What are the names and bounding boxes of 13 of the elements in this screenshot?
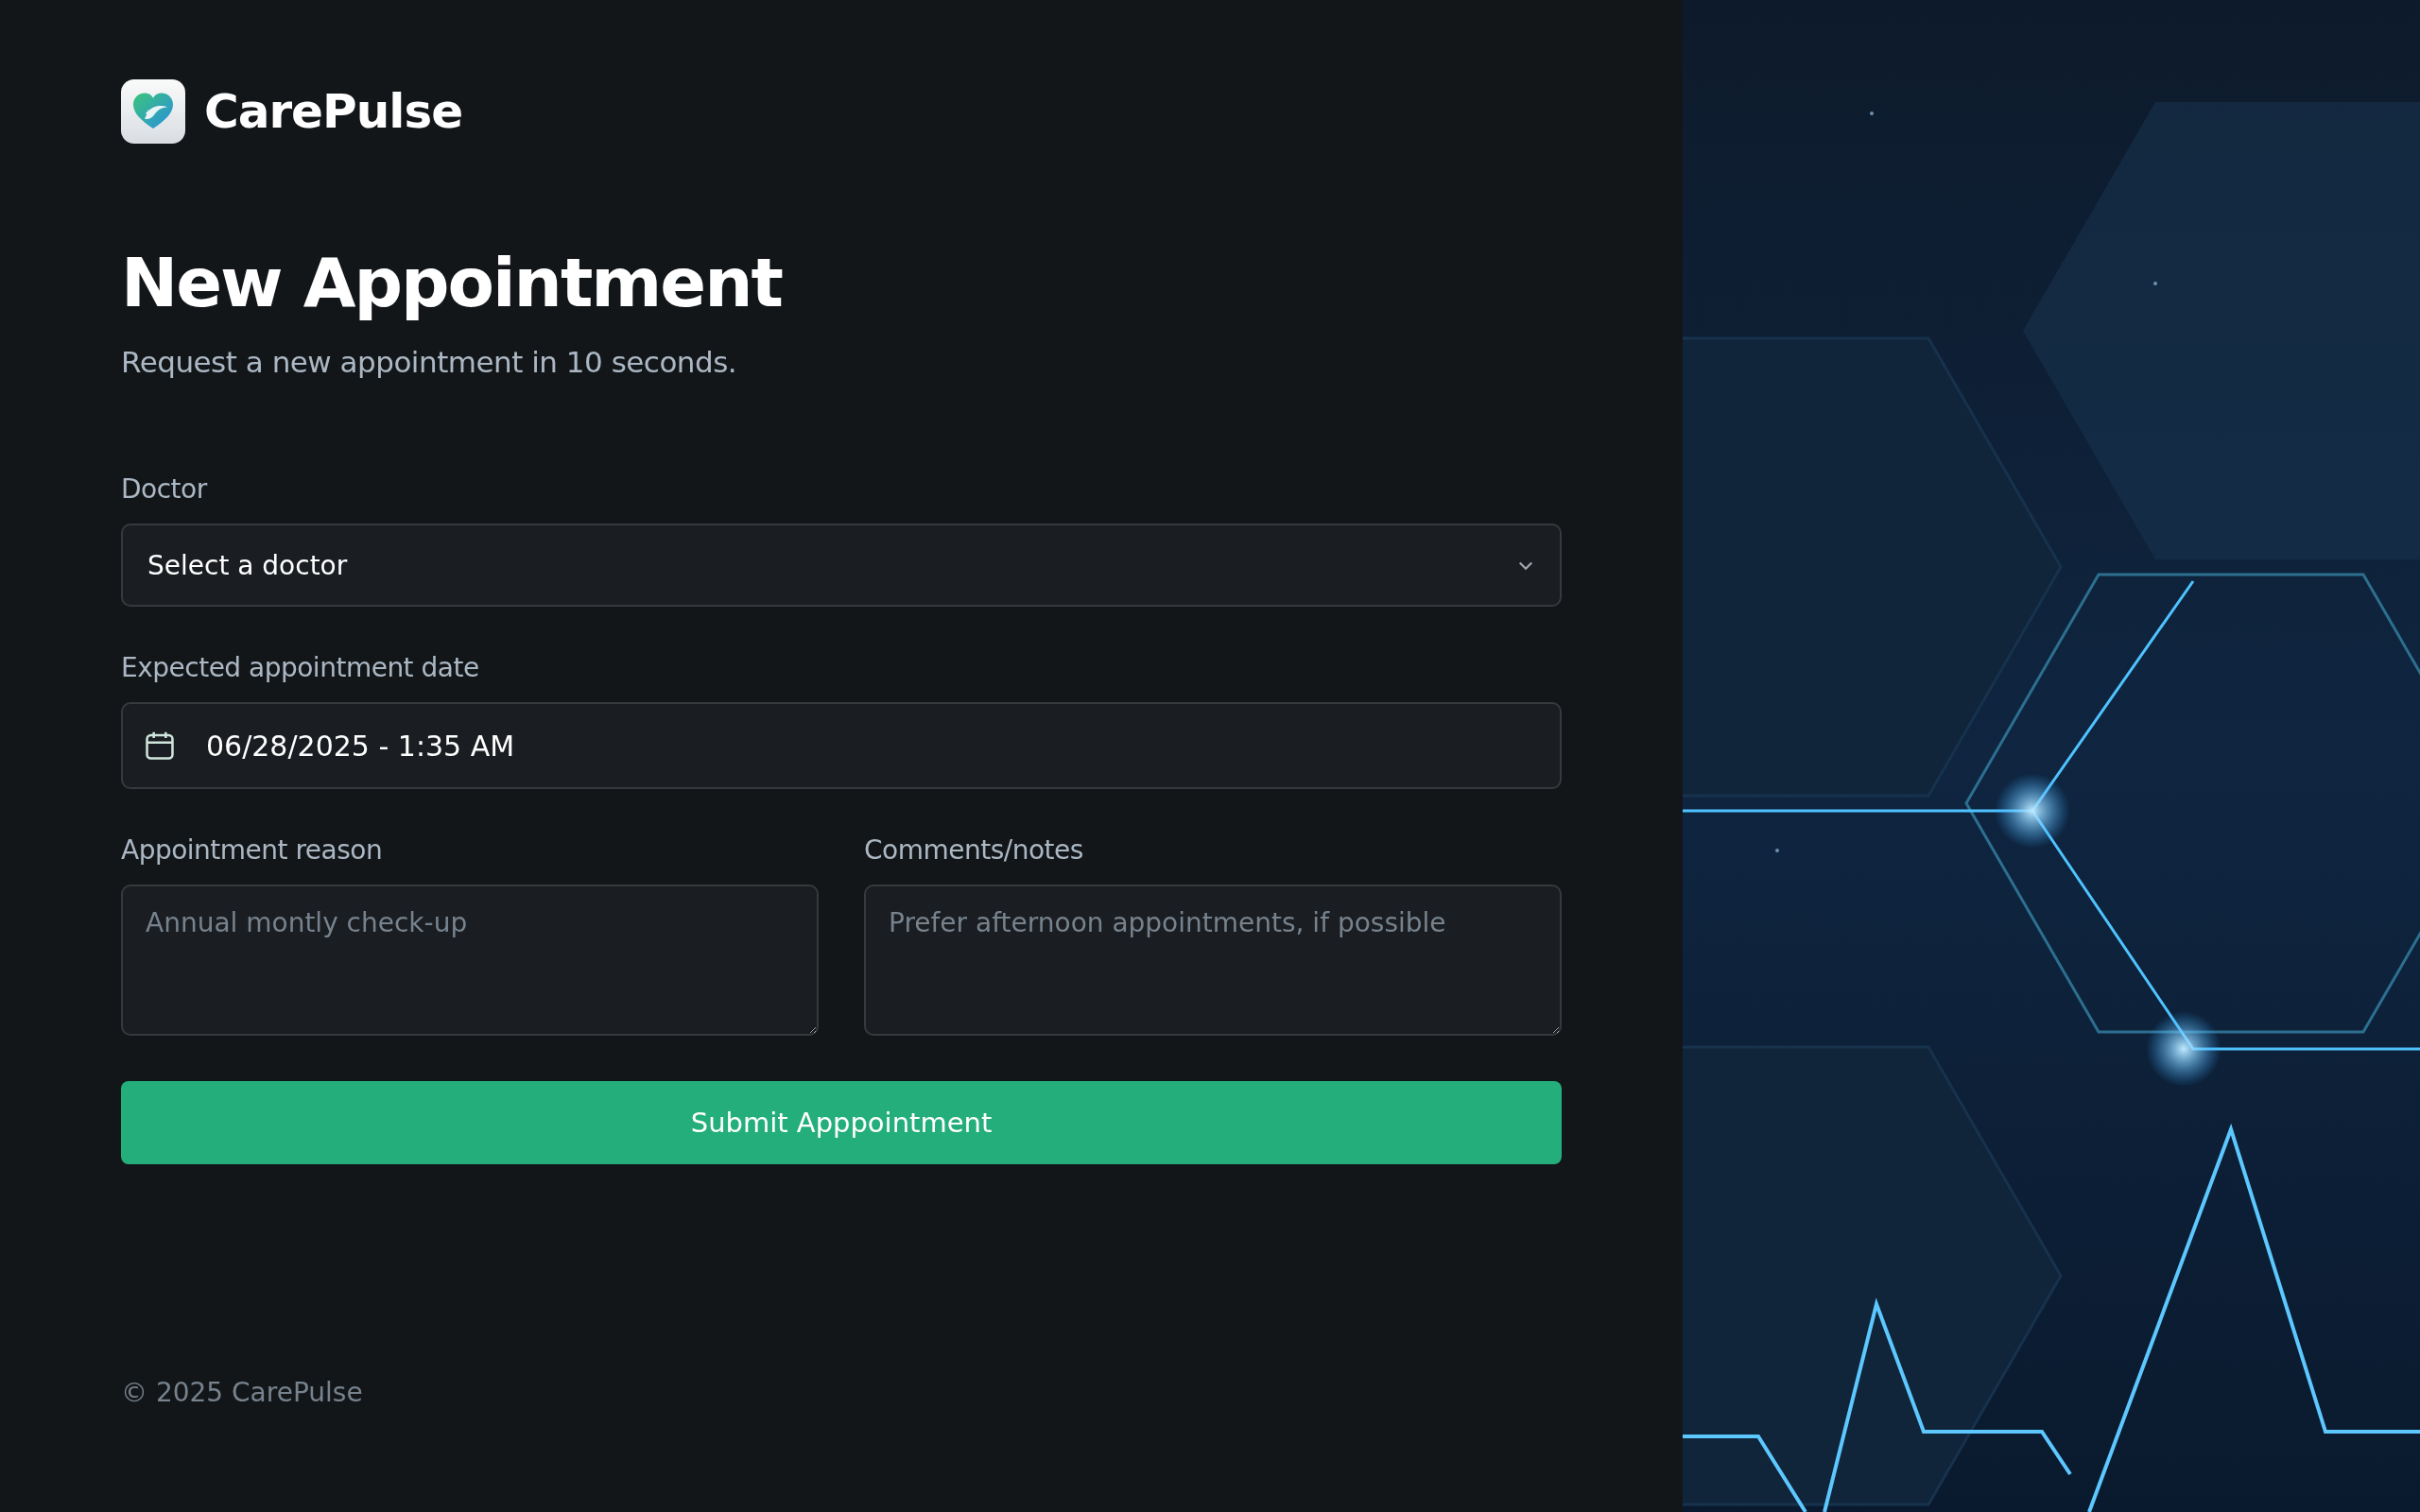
page-title: New Appointment	[121, 246, 784, 321]
date-field[interactable]: 06/28/2025 - 1:35 AM	[121, 702, 1562, 790]
field-label: Comments/notes	[864, 834, 1084, 867]
field-label: Appointment reason	[121, 834, 384, 867]
doctor-select[interactable]: Select a doctor	[121, 524, 1562, 608]
copyright-text: © 2025 CarePulse	[121, 1377, 364, 1408]
text-area[interactable]: Annual montly check-up	[121, 885, 819, 1037]
page-subtitle: Request a new appointment in 10 seconds.	[121, 345, 738, 380]
field-label: Expected appointment date	[121, 652, 480, 684]
field-label: Doctor	[121, 473, 209, 506]
logo-icon	[121, 79, 185, 144]
brand-name: CarePulse	[204, 84, 463, 139]
text-area[interactable]: Prefer afternoon appointments, if possible	[864, 885, 1562, 1037]
